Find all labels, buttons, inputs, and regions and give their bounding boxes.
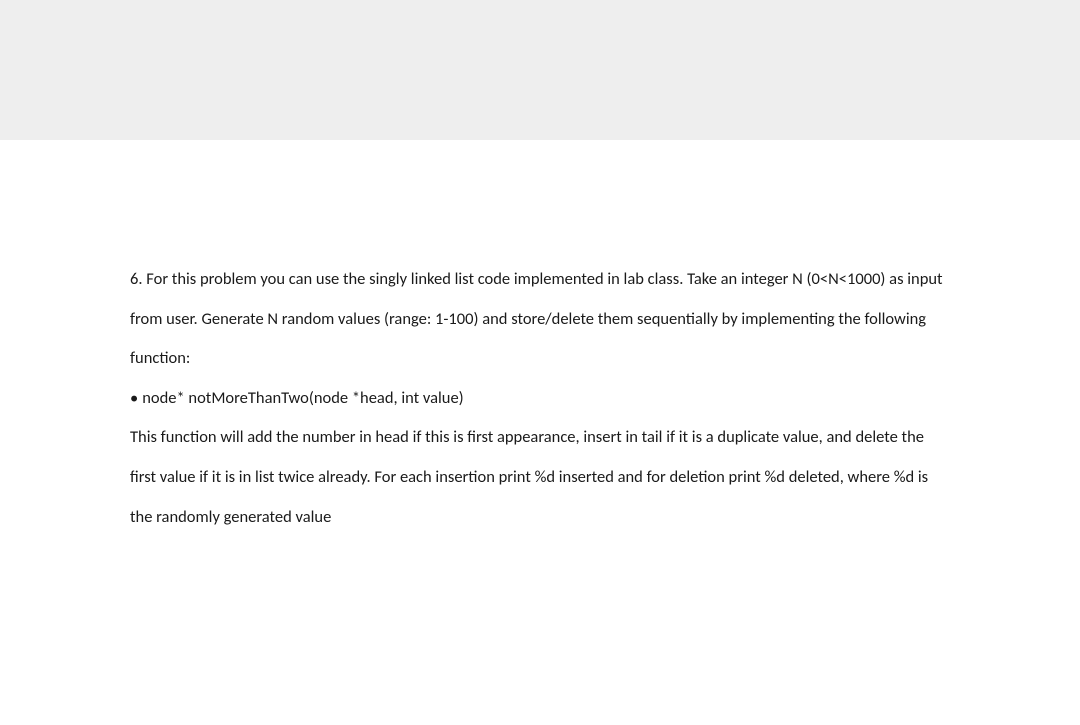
function-bullet-line: •node* notMoreThanTwo(node *head, int va… bbox=[130, 379, 950, 419]
question-intro: 6. For this problem you can use the sing… bbox=[130, 260, 950, 379]
question-number: 6. bbox=[130, 269, 143, 289]
function-signature: node* notMoreThanTwo(node *head, int val… bbox=[142, 388, 463, 408]
question-intro-text: For this problem you can use the singly … bbox=[130, 269, 943, 368]
content-area: 6. For this problem you can use the sing… bbox=[0, 140, 1080, 577]
question-description: This function will add the number in hea… bbox=[130, 418, 950, 537]
bullet-icon: • bbox=[130, 379, 138, 419]
header-band bbox=[0, 0, 1080, 140]
